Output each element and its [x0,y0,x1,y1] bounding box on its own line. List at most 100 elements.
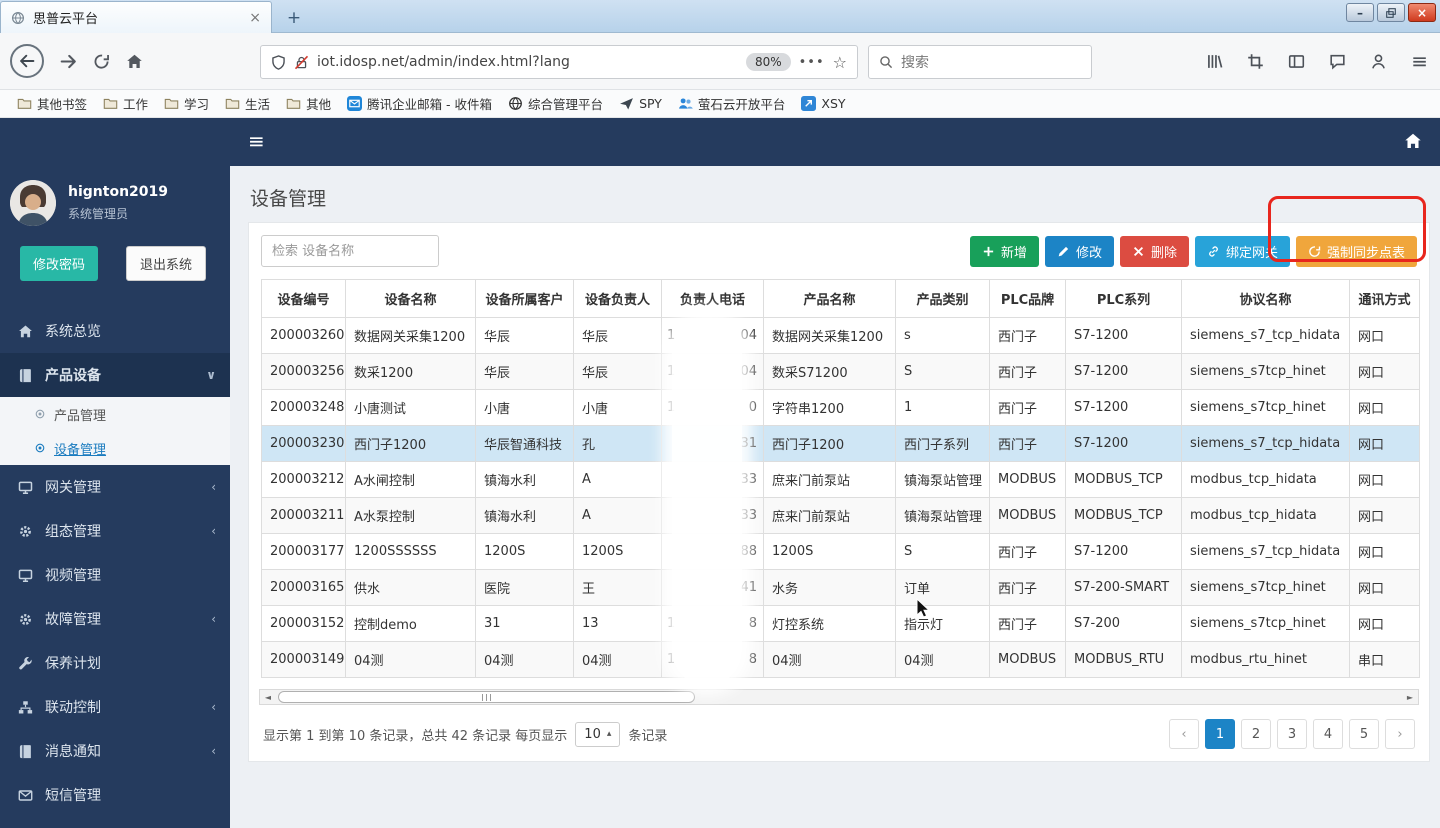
cell-device-name: A水泵控制 [346,498,476,534]
search-placeholder: 搜索 [901,52,929,72]
scroll-left-icon[interactable]: ◄ [260,690,276,704]
action-button[interactable]: 新增 [970,236,1039,267]
cell-customer: 04测 [476,642,574,678]
table-row[interactable]: 200003212 A水闸控制 镇海水利 A 33 庶来门前泵站 镇海泵站管理 [262,462,1420,498]
logout-button[interactable]: 退出系统 [126,246,206,281]
sidebar-collapse-icon[interactable]: ≡ [248,129,265,153]
bookmark-item[interactable]: SPY [612,93,669,114]
column-header: 设备负责人 [574,280,662,318]
scrollbar-thumb[interactable] [278,691,695,703]
page-actions-icon[interactable]: ••• [799,55,825,70]
table-row[interactable]: 200003230 西门子1200 华辰智通科技 孔 31 西门子1200 西门… [262,426,1420,462]
pagination-next-button[interactable]: › [1385,719,1415,749]
page-button[interactable]: 2 [1241,719,1271,749]
window-close-button[interactable]: × [1408,3,1436,22]
action-button[interactable]: 绑定网关 [1195,236,1290,267]
sidebar-menu-item[interactable]: 设备管理 [0,431,230,465]
page-button[interactable]: 4 [1313,719,1343,749]
cell-customer: 医院 [476,570,574,606]
table-row[interactable]: 200003256 数采1200 华辰 华辰 1 04 数采S71200 S [262,354,1420,390]
table-row[interactable]: 200003248 小唐测试 小唐 小唐 1 0 字符串1200 1 [262,390,1420,426]
bookmark-item[interactable]: 其他书签 [10,91,94,116]
avatar[interactable] [10,180,56,226]
cell-product: 庶来门前泵站 [764,462,896,498]
sidebar-toggle-icon[interactable] [1288,53,1305,70]
scroll-right-icon[interactable]: ► [1402,690,1418,704]
forward-button[interactable] [60,53,77,70]
sidebar-menu-item[interactable]: 联动控制 ‹ [0,685,230,729]
sidebar-menu-item[interactable]: 故障管理 ‹ [0,597,230,641]
bookmark-item[interactable]: 其他 [279,91,338,116]
browser-tab[interactable]: 思普云平台 × [0,1,272,33]
bookmark-item[interactable]: 生活 [218,91,277,116]
window-restore-button[interactable] [1377,3,1405,22]
screenshot-crop-icon[interactable] [1247,53,1264,70]
menu-item-icon [18,324,33,339]
sidebar-menu-item[interactable]: 消息通知 ‹ [0,729,230,773]
device-panel: 新增 修改 删除 [248,222,1430,762]
page-button[interactable]: 5 [1349,719,1379,749]
page-button[interactable]: 1 [1205,719,1235,749]
table-row[interactable]: 200003177 1200SSSSSS 1200S 1200S 88 1200… [262,534,1420,570]
bookmark-item[interactable]: XSY [794,93,852,114]
sidebar-menu-item[interactable]: 短信管理 [0,773,230,817]
bookmark-item[interactable]: 工作 [96,91,155,116]
table-row[interactable]: 200003260 数据网关采集1200 华辰 华辰 1 04 数据网关采集12… [262,318,1420,354]
sidebar-menu-item[interactable]: 产品设备 ∨ [0,353,230,397]
horizontal-scrollbar[interactable]: ◄ ► [259,689,1419,705]
window-minimize-button[interactable]: – [1346,3,1374,22]
sidebar-menu-item[interactable]: 系统总览 [0,309,230,353]
screen: 思普云平台 × + – × iot.idosp.net/admin/index.… [0,0,1440,828]
sidebar-menu-item[interactable]: 视频管理 [0,553,230,597]
cell-comm-type: 网口 [1350,354,1420,390]
records-suffix: 条记录 [628,725,667,744]
bookmark-item[interactable]: 萤石云开放平台 [671,91,793,116]
sidebar-menu-item[interactable]: 保养计划 [0,641,230,685]
bookmark-star-icon[interactable]: ☆ [833,53,847,72]
change-password-button[interactable]: 修改密码 [20,246,98,281]
window-controls: – × [1346,3,1436,22]
table-row[interactable]: 200003211 A水泵控制 镇海水利 A 33 庶来门前泵站 镇海泵站管理 [262,498,1420,534]
page-size-select[interactable]: 10 ▴ [575,722,620,747]
cell-device-id: 200003152 [262,606,346,642]
menu-item-label: 消息通知 [45,741,101,761]
pagination-prev-button[interactable]: ‹ [1169,719,1199,749]
insecure-lock-icon[interactable] [294,55,309,70]
menu-item-label: 保养计划 [45,653,101,673]
table-row[interactable]: 200003165 供水 医院 王 41 水务 订单 西门子 [262,570,1420,606]
app-menu-icon[interactable]: ≡ [1411,49,1428,73]
table-row[interactable]: 200003152 控制demo 31 13 1 8 灯控系统 指示灯 [262,606,1420,642]
cell-plc-brand: 西门子 [990,354,1066,390]
url-bar[interactable]: iot.idosp.net/admin/index.html?lang 80% … [260,45,858,79]
bookmark-item[interactable]: 综合管理平台 [501,91,610,116]
pagination-bar: 显示第 1 到第 10 条记录，总共 42 条记录 每页显示 10 ▴ 条记录 … [263,719,1415,749]
cell-owner: 华辰 [574,354,662,390]
account-icon[interactable] [1370,53,1387,70]
back-button[interactable] [10,44,44,78]
tab-close-icon[interactable]: × [249,10,261,26]
tracking-shield-icon[interactable] [271,55,286,70]
library-icon[interactable] [1206,53,1223,70]
sidebar-menu-item[interactable] [0,817,230,828]
user-panel: hignton2019 系统管理员 [0,166,230,234]
action-button[interactable]: 删除 [1120,236,1189,267]
bookmark-item[interactable]: 学习 [157,91,216,116]
app-home-button[interactable] [1404,132,1422,150]
new-tab-button[interactable]: + [281,6,307,30]
reload-button[interactable] [93,53,110,70]
messages-icon[interactable] [1329,53,1346,70]
zoom-badge[interactable]: 80% [746,53,791,71]
sidebar-menu-item[interactable]: 网关管理 ‹ [0,465,230,509]
page-title: 设备管理 [250,184,326,211]
browser-search-bar[interactable]: 搜索 [868,45,1092,79]
sidebar-menu-item[interactable]: 组态管理 ‹ [0,509,230,553]
device-search-input[interactable] [261,235,439,267]
home-button[interactable] [126,53,143,70]
bookmark-item[interactable]: 腾讯企业邮箱 - 收件箱 [340,91,499,116]
action-button[interactable]: 修改 [1045,236,1114,267]
action-button[interactable]: 强制同步点表 [1296,236,1417,267]
page-button[interactable]: 3 [1277,719,1307,749]
url-text[interactable]: iot.idosp.net/admin/index.html?lang [317,54,738,70]
sidebar-menu-item[interactable]: 产品管理 [0,397,230,431]
table-row[interactable]: 200003149 04测 04测 04测 1 8 04测 04测 [262,642,1420,678]
